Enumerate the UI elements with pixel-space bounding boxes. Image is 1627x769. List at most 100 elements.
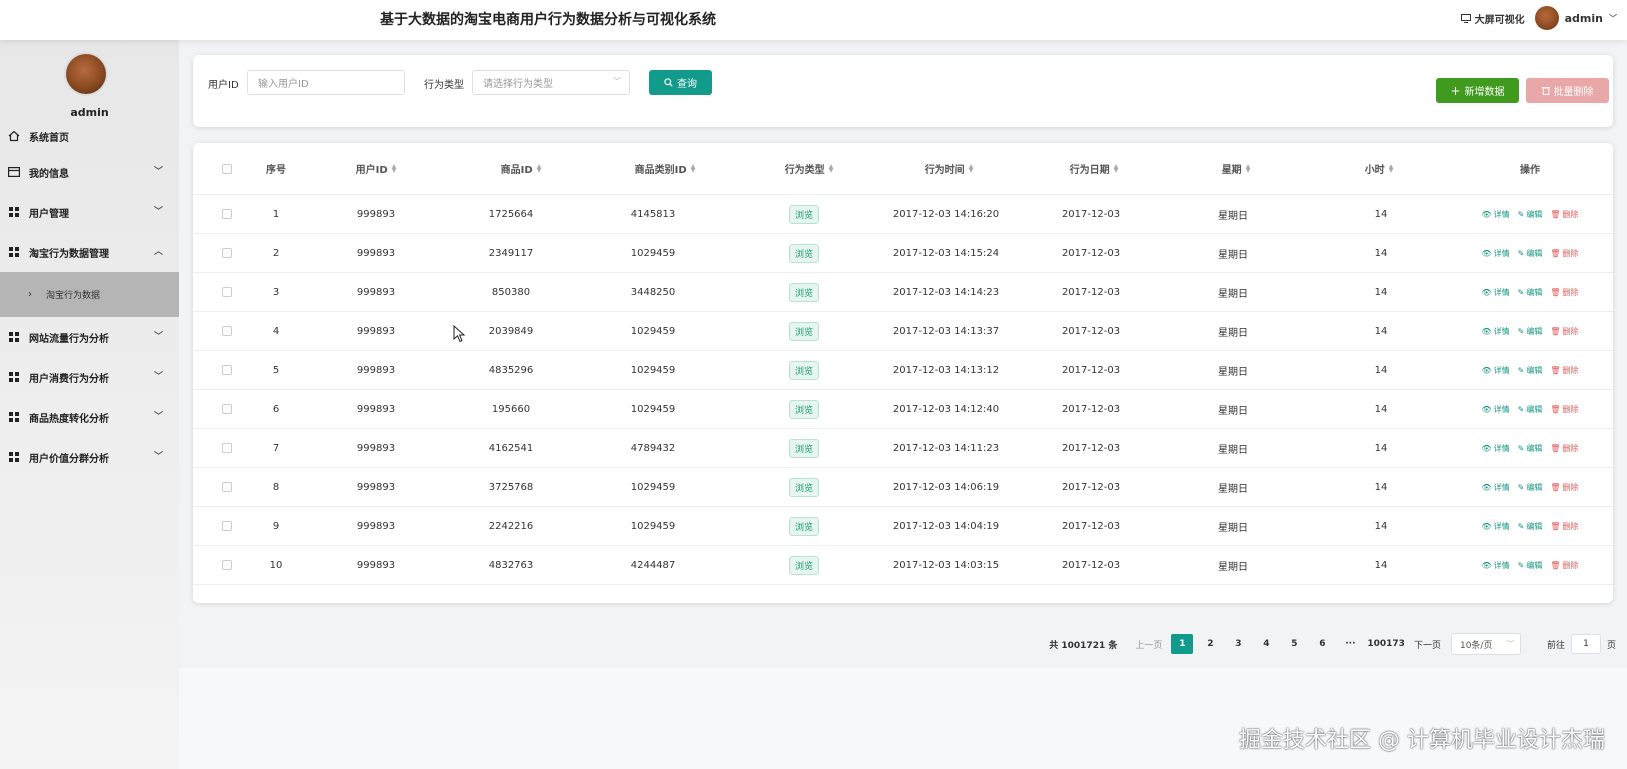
delete-button[interactable]: 🗑︎ 删除 xyxy=(1550,482,1578,493)
col-header-item-id[interactable]: 商品ID ▲ ▼ xyxy=(501,143,542,194)
row-checkbox[interactable] xyxy=(222,546,232,584)
edit-button[interactable]: ✎ 编辑 xyxy=(1518,521,1543,532)
more-pages-ellipsis[interactable]: ··· xyxy=(1339,634,1361,654)
row-checkbox[interactable] xyxy=(222,234,232,272)
view-button[interactable]: 👁︎ 详情 xyxy=(1481,365,1509,376)
user-id-input[interactable]: 输入用户ID xyxy=(247,70,405,95)
page-button[interactable]: 3 xyxy=(1227,634,1249,654)
edit-button[interactable]: ✎ 编辑 xyxy=(1518,443,1543,454)
col-header-behavior-time[interactable]: 行为时间 ▲ ▼ xyxy=(925,143,974,194)
cell-behavior-date: 2017-12-03 xyxy=(1061,403,1121,415)
view-button[interactable]: 👁︎ 详情 xyxy=(1481,443,1509,454)
edit-button[interactable]: ✎ 编辑 xyxy=(1518,248,1543,259)
row-checkbox[interactable] xyxy=(222,351,232,389)
edit-button[interactable]: ✎ 编辑 xyxy=(1518,365,1543,376)
edit-button[interactable]: ✎ 编辑 xyxy=(1518,326,1543,337)
row-checkbox[interactable] xyxy=(222,390,232,428)
row-checkbox[interactable] xyxy=(222,273,232,311)
sidebar-item-behavior-data[interactable]: › 淘宝行为数据 xyxy=(0,272,179,317)
delete-button[interactable]: 🗑︎ 删除 xyxy=(1550,248,1578,259)
view-button[interactable]: 👁︎ 详情 xyxy=(1481,482,1509,493)
delete-button[interactable]: 🗑︎ 删除 xyxy=(1550,404,1578,415)
next-page-button[interactable]: 下一页 xyxy=(1414,638,1441,651)
view-button[interactable]: 👁︎ 详情 xyxy=(1481,326,1509,337)
goto-page-input[interactable]: 1 xyxy=(1570,634,1601,654)
eye-icon: 👁︎ xyxy=(1481,443,1492,453)
view-button[interactable]: 👁︎ 详情 xyxy=(1481,248,1509,259)
pencil-icon: ✎ xyxy=(1517,521,1525,531)
row-checkbox[interactable] xyxy=(222,312,232,350)
sidebar-item-consumption[interactable]: 用户消费行为分析 ﹀ xyxy=(0,357,179,397)
col-header-hour[interactable]: 小时 ▲ ▼ xyxy=(1365,143,1394,194)
row-checkbox[interactable] xyxy=(222,468,232,506)
query-button[interactable]: 查询 xyxy=(649,70,712,95)
delete-button[interactable]: 🗑︎ 删除 xyxy=(1550,560,1578,571)
card-icon xyxy=(8,166,20,178)
batch-delete-button[interactable]: 批量删除 xyxy=(1526,78,1609,103)
cell-item-id: 4835296 xyxy=(488,364,534,376)
sidebar-item-item-heat[interactable]: 商品热度转化分析 ﹀ xyxy=(0,397,179,437)
col-header-user-id[interactable]: 用户ID ▲ ▼ xyxy=(356,143,397,194)
view-button[interactable]: 👁︎ 详情 xyxy=(1481,560,1509,571)
sidebar-item-home[interactable]: 系统首页 xyxy=(0,120,179,152)
page-size-select[interactable]: 10条/页 ﹀ xyxy=(1450,633,1521,655)
view-button[interactable]: 👁︎ 详情 xyxy=(1481,521,1509,532)
behavior-type-select[interactable]: 请选择行为类型 ﹀ xyxy=(472,70,630,95)
edit-button[interactable]: ✎ 编辑 xyxy=(1518,560,1543,571)
delete-button[interactable]: 🗑︎ 删除 xyxy=(1550,209,1578,220)
col-header-actions: 操作 xyxy=(1520,165,1540,176)
add-data-button[interactable]: + 新增数据 xyxy=(1436,78,1519,103)
prev-page-button[interactable]: 上一页 xyxy=(1135,638,1162,651)
cell-hour: 14 xyxy=(1374,403,1388,415)
view-button[interactable]: 👁︎ 详情 xyxy=(1481,209,1509,220)
page-button[interactable]: 4 xyxy=(1255,634,1277,654)
view-button[interactable]: 👁︎ 详情 xyxy=(1481,404,1509,415)
row-checkbox[interactable] xyxy=(222,195,232,233)
cell-behavior-type: 浏览 xyxy=(788,429,820,467)
sidebar-item-traffic[interactable]: 网站流量行为分析 ﹀ xyxy=(0,317,179,357)
page-button[interactable]: 5 xyxy=(1283,634,1305,654)
cell-weekday: 星期日 xyxy=(1218,522,1248,534)
edit-button[interactable]: ✎ 编辑 xyxy=(1518,287,1543,298)
cell-category-id: 3448250 xyxy=(630,286,676,298)
user-menu[interactable]: admin ﹀ xyxy=(1534,6,1617,30)
eye-icon: 👁︎ xyxy=(1481,404,1492,414)
col-header-category-id[interactable]: 商品类别ID ▲ ▼ xyxy=(635,143,696,194)
edit-button[interactable]: ✎ 编辑 xyxy=(1518,404,1543,415)
page-button[interactable]: 1 xyxy=(1171,634,1194,654)
sidebar-item-behavior-mgmt[interactable]: 淘宝行为数据管理 ︿ xyxy=(0,232,179,272)
trash-icon xyxy=(1541,87,1550,95)
edit-button[interactable]: ✎ 编辑 xyxy=(1518,209,1543,220)
cell-weekday: 星期日 xyxy=(1218,366,1248,378)
col-header-weekday[interactable]: 星期 ▲ ▼ xyxy=(1222,143,1251,194)
last-page-button[interactable]: 100173 xyxy=(1367,634,1405,654)
cell-weekday: 星期日 xyxy=(1218,561,1248,573)
delete-button[interactable]: 🗑︎ 删除 xyxy=(1550,326,1578,337)
delete-button[interactable]: 🗑︎ 删除 xyxy=(1550,365,1578,376)
pagination: 共 1001721 条 上一页 1 2 3 4 5 6 ··· 100173 下… xyxy=(1049,633,1616,655)
sort-icon: ▲ ▼ xyxy=(391,162,397,174)
col-header-behavior-date[interactable]: 行为日期 ▲ ▼ xyxy=(1070,143,1119,194)
delete-button[interactable]: 🗑︎ 删除 xyxy=(1550,521,1578,532)
sidebar-item-user-mgmt[interactable]: 用户管理 ﹀ xyxy=(0,192,179,232)
sidebar-item-my-info[interactable]: 我的信息 ﹀ xyxy=(0,152,179,192)
sidebar-item-user-value[interactable]: 用户价值分群分析 ﹀ xyxy=(0,437,179,477)
query-label: 查询 xyxy=(677,79,697,90)
sidebar-item-label: 系统首页 xyxy=(29,132,69,144)
top-header: 基于大数据的淘宝电商用户行为数据分析与可视化系统 大屏可视化 admin ﹀ xyxy=(0,0,1627,40)
big-screen-link[interactable]: 大屏可视化 xyxy=(1460,11,1525,26)
page-button[interactable]: 6 xyxy=(1311,634,1333,654)
row-checkbox[interactable] xyxy=(222,507,232,545)
view-button[interactable]: 👁︎ 详情 xyxy=(1481,287,1509,298)
delete-button[interactable]: 🗑︎ 删除 xyxy=(1550,443,1578,454)
behavior-tag: 浏览 xyxy=(788,243,820,263)
delete-button[interactable]: 🗑︎ 删除 xyxy=(1550,287,1578,298)
sort-icon: ▲ ▼ xyxy=(1388,162,1394,174)
trash-icon: 🗑︎ xyxy=(1550,443,1561,453)
cell-actions: 👁︎ 详情 ✎ 编辑 🗑︎ 删除 xyxy=(1481,195,1578,233)
edit-button[interactable]: ✎ 编辑 xyxy=(1518,482,1543,493)
select-all-checkbox[interactable] xyxy=(222,143,232,194)
col-header-behavior-type[interactable]: 行为类型 ▲ ▼ xyxy=(785,143,834,194)
page-button[interactable]: 2 xyxy=(1199,634,1221,654)
row-checkbox[interactable] xyxy=(222,429,232,467)
